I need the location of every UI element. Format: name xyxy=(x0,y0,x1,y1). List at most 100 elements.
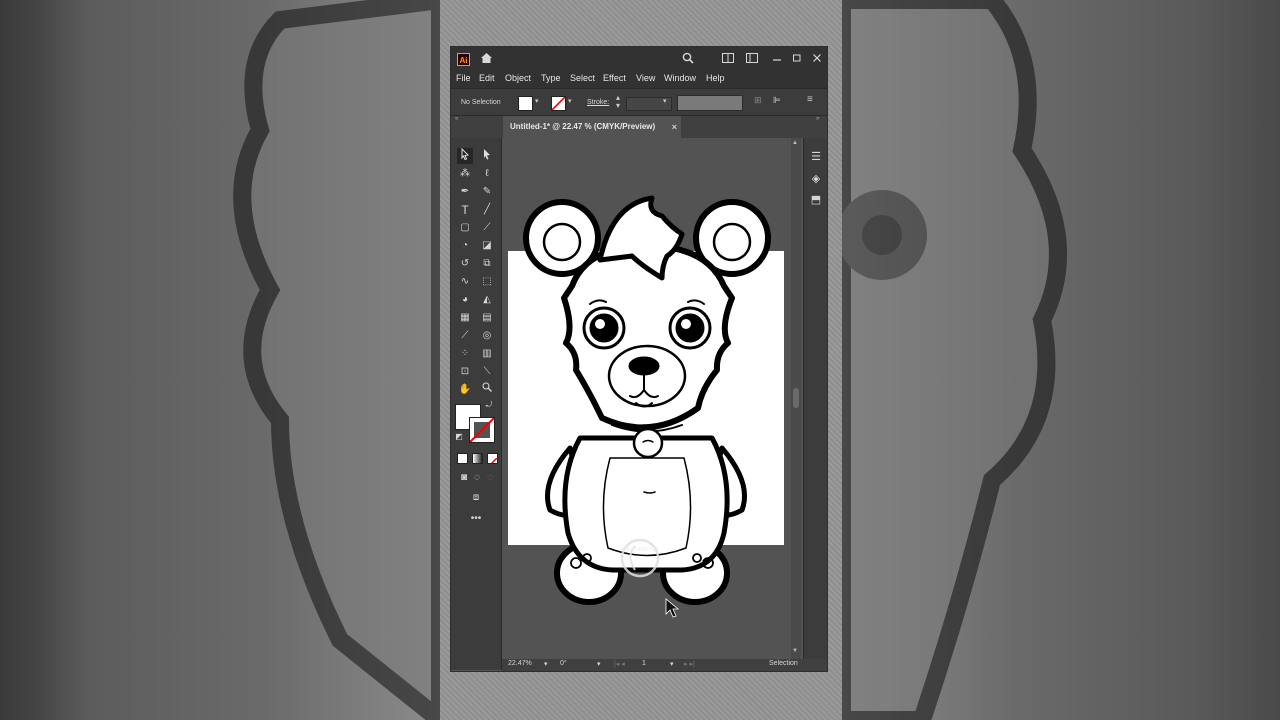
rotation-dropdown-icon[interactable]: ▾ xyxy=(597,660,601,668)
fill-dropdown-icon[interactable]: ▾ xyxy=(535,97,539,105)
menu-select[interactable]: Select xyxy=(570,73,595,83)
fill-swatch[interactable] xyxy=(518,96,533,111)
zoom-dropdown-icon[interactable]: ▾ xyxy=(544,660,548,668)
artboard-nav-last-icon[interactable]: ▸ ▸| xyxy=(684,660,695,668)
tab-close-icon[interactable]: × xyxy=(672,116,677,138)
status-bar: 22.47% ▾ 0° ▾ |◂ ◂ 1 ▾ ▸ ▸| Selection xyxy=(502,659,827,671)
screen-mode-icon[interactable]: ⧈ xyxy=(468,490,484,506)
variable-width-profile[interactable] xyxy=(677,95,743,111)
teddy-bear-illustration[interactable] xyxy=(502,138,793,659)
illustrator-window: Ai File Edit Object Type Select Effect V… xyxy=(450,46,828,672)
menu-type[interactable]: Type xyxy=(541,73,561,83)
menu-file[interactable]: File xyxy=(456,73,471,83)
type-tool-icon[interactable]: T xyxy=(457,202,473,218)
control-bar: No Selection ▾ ▾ Stroke: ▴ ▾ ▾ ⊞ ⊫ ≡ xyxy=(451,88,827,116)
watermark-text: GRAPHICSIX xyxy=(621,547,660,553)
hand-tool-icon[interactable]: ✋ xyxy=(457,382,473,398)
rotation-value[interactable]: 0° xyxy=(560,660,567,667)
line-tool-icon[interactable]: ╱ xyxy=(479,202,495,218)
scroll-down-icon[interactable]: ▼ xyxy=(792,648,798,654)
none-mode-icon[interactable] xyxy=(487,453,498,464)
right-panel-dock: ☰ ◈ ⬒ xyxy=(803,138,827,670)
zoom-tool-icon[interactable] xyxy=(479,382,495,398)
align-icon[interactable]: ⊞ xyxy=(754,95,762,106)
tools-panel: ⁂ ℓ ✒ ✎ T ╱ ▢ ⟋ ◔ ◪ ↺ ⧉ ∿ ⬚ ◕ ◭ ▦ ▤ ⟋ ◎ … xyxy=(451,138,502,670)
libraries-icon[interactable]: ⬒ xyxy=(809,193,823,207)
shape-builder-tool-icon[interactable]: ◕ xyxy=(457,292,473,308)
layers-icon[interactable]: ◈ xyxy=(809,172,823,186)
control-menu-icon[interactable]: ≡ xyxy=(807,94,813,105)
menu-edit[interactable]: Edit xyxy=(479,73,495,83)
rectangle-tool-icon[interactable]: ▢ xyxy=(457,220,473,236)
menu-help[interactable]: Help xyxy=(706,73,725,83)
symbol-sprayer-tool-icon[interactable]: ⁘ xyxy=(457,346,473,362)
scroll-thumb[interactable] xyxy=(793,388,799,408)
swap-colors-icon[interactable]: ⤾ xyxy=(484,400,494,410)
title-bar: Ai xyxy=(451,47,827,71)
artboard-nav-first-icon[interactable]: |◂ ◂ xyxy=(614,660,625,668)
tab-document[interactable]: Untitled-1* @ 22.47 % (CMYK/Preview) × xyxy=(503,116,681,138)
arrange-documents-icon[interactable] xyxy=(722,52,734,66)
magic-wand-tool-icon[interactable]: ⁂ xyxy=(457,166,473,182)
vertical-scrollbar[interactable]: ▲ ▼ xyxy=(791,138,801,659)
selection-status: No Selection xyxy=(461,99,501,106)
warp-tool-icon[interactable]: ∿ xyxy=(457,274,473,290)
perspective-grid-tool-icon[interactable]: ◭ xyxy=(479,292,495,308)
home-icon[interactable] xyxy=(480,52,493,67)
mesh-tool-icon[interactable]: ▦ xyxy=(457,310,473,326)
collapse-tools-icon[interactable]: « xyxy=(455,116,458,122)
curvature-tool-icon[interactable]: ✎ xyxy=(479,184,495,200)
graph-tool-icon[interactable]: ▥ xyxy=(479,346,495,362)
search-icon[interactable] xyxy=(682,52,694,67)
current-tool[interactable]: Selection xyxy=(769,660,798,667)
draw-inside-icon[interactable]: ◌ xyxy=(482,470,498,486)
stroke-weight-dropdown-icon[interactable]: ▾ xyxy=(663,97,667,105)
stroke-stepper[interactable]: ▴ ▾ xyxy=(616,94,620,110)
menu-window[interactable]: Window xyxy=(664,73,696,83)
artboard-dropdown-icon[interactable]: ▾ xyxy=(670,660,674,668)
mouse-cursor xyxy=(665,598,680,618)
direct-selection-tool-icon[interactable] xyxy=(479,148,495,164)
background-bear-left xyxy=(233,0,440,720)
canvas[interactable]: GRAPHICSIX xyxy=(502,138,793,659)
brush-tool-icon[interactable]: ⟋ xyxy=(479,220,495,236)
stroke-swatch[interactable] xyxy=(551,96,566,111)
scroll-up-icon[interactable]: ▲ xyxy=(792,140,798,146)
gradient-tool-icon[interactable]: ▤ xyxy=(479,310,495,326)
stroke-color-box[interactable] xyxy=(469,417,495,443)
scale-tool-icon[interactable]: ⧉ xyxy=(479,256,495,272)
transform-icon[interactable]: ⊫ xyxy=(773,95,781,106)
collapse-panels-icon[interactable]: » xyxy=(816,116,819,122)
artboard-number[interactable]: 1 xyxy=(642,660,646,667)
rotate-tool-icon[interactable]: ↺ xyxy=(457,256,473,272)
zoom-level[interactable]: 22.47% xyxy=(508,660,532,667)
free-transform-tool-icon[interactable]: ⬚ xyxy=(479,274,495,290)
slice-tool-icon[interactable]: ⟍ xyxy=(479,364,495,380)
document-tab-bar: « » Untitled-1* @ 22.47 % (CMYK/Preview)… xyxy=(451,116,827,138)
blend-tool-icon[interactable]: ◎ xyxy=(479,328,495,344)
minimize-icon[interactable] xyxy=(772,52,782,66)
selection-tool-icon[interactable] xyxy=(457,147,473,164)
shaper-tool-icon[interactable]: ◔ xyxy=(457,238,473,254)
eyedropper-tool-icon[interactable]: ⟋ xyxy=(457,328,473,344)
pen-tool-icon[interactable]: ✒ xyxy=(457,184,473,200)
document-title: Untitled-1* @ 22.47 % (CMYK/Preview) xyxy=(510,122,656,131)
gradient-mode-icon[interactable] xyxy=(472,453,483,464)
color-mode-icon[interactable] xyxy=(457,453,468,464)
workspace-icon[interactable] xyxy=(746,52,758,66)
artboard-tool-icon[interactable]: ⊡ xyxy=(457,364,473,380)
properties-icon[interactable]: ☰ xyxy=(809,150,823,164)
menu-bar: File Edit Object Type Select Effect View… xyxy=(451,71,827,88)
menu-view[interactable]: View xyxy=(636,73,655,83)
stroke-dropdown-icon[interactable]: ▾ xyxy=(568,97,572,105)
menu-effect[interactable]: Effect xyxy=(603,73,626,83)
menu-object[interactable]: Object xyxy=(505,73,531,83)
stroke-label[interactable]: Stroke: xyxy=(587,99,609,106)
close-icon[interactable] xyxy=(812,52,822,66)
default-colors-icon[interactable]: ◩ xyxy=(454,432,464,442)
app-logo: Ai xyxy=(457,53,470,66)
maximize-icon[interactable] xyxy=(792,52,802,66)
lasso-tool-icon[interactable]: ℓ xyxy=(479,166,495,182)
eraser-tool-icon[interactable]: ◪ xyxy=(479,238,495,254)
edit-toolbar-icon[interactable]: ••• xyxy=(468,511,484,527)
